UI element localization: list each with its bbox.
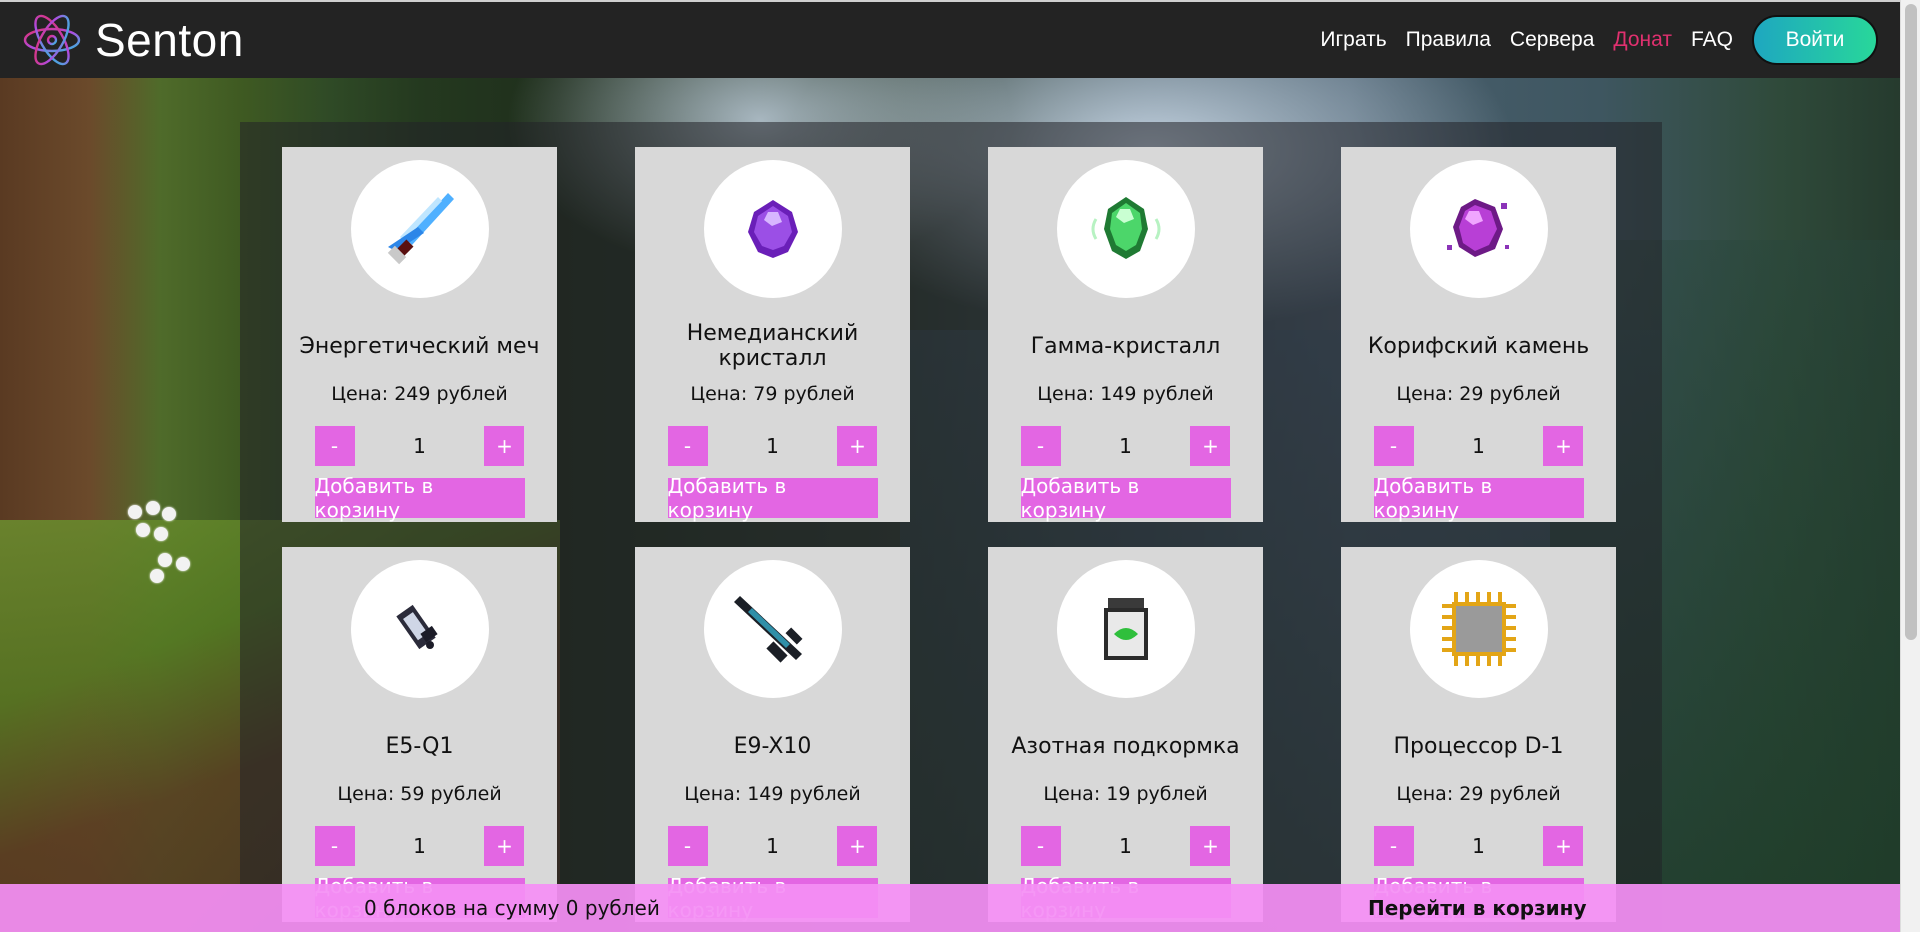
scrollbar-thumb[interactable] — [1905, 4, 1917, 640]
purple-crystal-icon — [747, 200, 798, 258]
increase-button[interactable]: + — [484, 826, 525, 866]
nav-donate[interactable]: Донат — [1613, 28, 1672, 52]
decrease-button[interactable]: - — [1020, 426, 1061, 466]
product-title: Корифский камень — [1367, 333, 1590, 359]
product-price: Цена: 149 рублей — [1037, 383, 1214, 405]
page-scrollbar[interactable] — [1900, 0, 1920, 932]
product-price: Цена: 79 рублей — [690, 383, 855, 405]
product-title: Энергетический меч — [299, 333, 540, 359]
decrease-button[interactable]: - — [1020, 826, 1061, 866]
decrease-button[interactable]: - — [667, 826, 708, 866]
product-card: E5-Q1 Цена: 59 рублей - 1 + Добавить в к… — [282, 547, 557, 922]
product-image — [1056, 160, 1195, 298]
quantity-value: 1 — [766, 834, 779, 858]
product-card: Процессор D-1 Цена: 29 рублей - 1 + Доба… — [1341, 547, 1616, 922]
decrease-button[interactable]: - — [1373, 426, 1414, 466]
quantity-value: 1 — [766, 434, 779, 458]
product-image — [703, 160, 842, 298]
product-image — [350, 560, 489, 698]
product-title: E9-X10 — [733, 733, 812, 759]
product-title: Гамма-кристалл — [1030, 333, 1221, 359]
shop-panel: Энергетический меч Цена: 249 рублей - 1 … — [240, 122, 1662, 932]
product-image — [1056, 560, 1195, 698]
product-card: Корифский камень Цена: 29 рублей - 1 + Д… — [1341, 147, 1616, 522]
increase-button[interactable]: + — [837, 426, 878, 466]
quantity-stepper: - 1 + — [1020, 826, 1231, 866]
energy-sword-icon — [387, 193, 454, 265]
increase-button[interactable]: + — [1543, 426, 1584, 466]
product-price: Цена: 19 рублей — [1043, 783, 1208, 805]
increase-button[interactable]: + — [1190, 426, 1231, 466]
product-card: Энергетический меч Цена: 249 рублей - 1 … — [282, 147, 557, 522]
product-card: Немедианский кристалл Цена: 79 рублей - … — [635, 147, 910, 522]
add-to-cart-button[interactable]: Добавить в корзину — [314, 474, 525, 522]
product-image — [1409, 560, 1548, 698]
quantity-stepper: - 1 + — [314, 426, 525, 466]
decrease-button[interactable]: - — [314, 426, 355, 466]
product-price: Цена: 249 рублей — [331, 383, 508, 405]
magenta-stone-icon — [1446, 199, 1509, 257]
product-image — [350, 160, 489, 298]
product-title: Азотная подкормка — [1011, 733, 1240, 759]
quantity-value: 1 — [1119, 434, 1132, 458]
cart-bar: 0 блоков на сумму 0 рублей Перейти в кор… — [0, 884, 1900, 932]
quantity-value: 1 — [413, 434, 426, 458]
product-card: Азотная подкормка Цена: 19 рублей - 1 + … — [988, 547, 1263, 922]
rifle-icon — [733, 596, 802, 663]
cart-summary: 0 блоков на сумму 0 рублей — [364, 896, 660, 920]
product-image — [703, 560, 842, 698]
nav-servers[interactable]: Сервера — [1510, 28, 1594, 52]
decrease-button[interactable]: - — [314, 826, 355, 866]
quantity-stepper: - 1 + — [1373, 426, 1584, 466]
fertilizer-jar-icon — [1103, 598, 1148, 660]
nav-rules[interactable]: Правила — [1406, 28, 1491, 52]
product-title: Немедианский кристалл — [686, 321, 859, 371]
decrease-button[interactable]: - — [667, 426, 708, 466]
quantity-stepper: - 1 + — [1020, 426, 1231, 466]
gadget-icon — [395, 604, 438, 650]
product-image — [1409, 160, 1548, 298]
product-price: Цена: 29 рублей — [1396, 783, 1561, 805]
quantity-value: 1 — [413, 834, 426, 858]
quantity-stepper: - 1 + — [667, 826, 878, 866]
add-to-cart-button[interactable]: Добавить в корзину — [1020, 474, 1231, 522]
product-title: E5-Q1 — [385, 733, 454, 759]
product-price: Цена: 59 рублей — [337, 783, 502, 805]
quantity-value: 1 — [1472, 434, 1485, 458]
main-nav: Играть Правила Сервера Донат FAQ Войти — [1301, 15, 1900, 65]
product-price: Цена: 29 рублей — [1396, 383, 1561, 405]
logo[interactable]: Senton — [22, 8, 244, 72]
product-price: Цена: 149 рублей — [684, 783, 861, 805]
login-button[interactable]: Войти — [1752, 15, 1878, 65]
decrease-button[interactable]: - — [1373, 826, 1414, 866]
site-header: Senton Играть Правила Сервера Донат FAQ … — [0, 0, 1900, 78]
nav-faq[interactable]: FAQ — [1691, 28, 1733, 52]
green-crystal-icon — [1091, 197, 1160, 259]
processor-chip-icon — [1441, 592, 1516, 666]
atom-logo-icon — [23, 14, 81, 66]
quantity-stepper: - 1 + — [667, 426, 878, 466]
add-to-cart-button[interactable]: Добавить в корзину — [667, 474, 878, 522]
quantity-value: 1 — [1119, 834, 1132, 858]
add-to-cart-button[interactable]: Добавить в корзину — [1373, 474, 1584, 522]
nav-play[interactable]: Играть — [1320, 28, 1386, 52]
product-card: Гамма-кристалл Цена: 149 рублей - 1 + До… — [988, 147, 1263, 522]
product-card: E9-X10 Цена: 149 рублей - 1 + Добавить в… — [635, 547, 910, 922]
quantity-stepper: - 1 + — [1373, 826, 1584, 866]
product-title: Процессор D-1 — [1393, 733, 1564, 759]
go-to-cart-link[interactable]: Перейти в корзину — [1368, 896, 1587, 920]
increase-button[interactable]: + — [837, 826, 878, 866]
increase-button[interactable]: + — [1543, 826, 1584, 866]
increase-button[interactable]: + — [484, 426, 525, 466]
increase-button[interactable]: + — [1190, 826, 1231, 866]
brand-name: Senton — [95, 14, 244, 66]
quantity-value: 1 — [1472, 834, 1485, 858]
quantity-stepper: - 1 + — [314, 826, 525, 866]
